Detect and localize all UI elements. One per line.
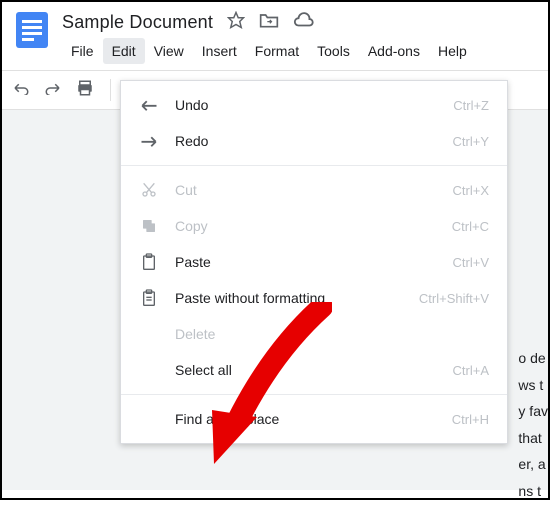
menu-item-select-all[interactable]: Select all Ctrl+A (121, 352, 507, 388)
undo-button[interactable] (12, 81, 30, 100)
cut-icon (139, 182, 159, 198)
menu-item-find-replace[interactable]: Find and replace Ctrl+H (121, 401, 507, 437)
menu-item-paste-no-format[interactable]: Paste without formatting Ctrl+Shift+V (121, 280, 507, 316)
menu-separator (121, 394, 507, 395)
menu-edit[interactable]: Edit (103, 38, 145, 64)
redo-button[interactable] (44, 81, 62, 100)
paste-no-format-icon (139, 289, 159, 307)
menu-tools[interactable]: Tools (308, 38, 359, 64)
menu-insert[interactable]: Insert (193, 38, 246, 64)
menu-view[interactable]: View (145, 38, 193, 64)
edit-dropdown: Undo Ctrl+Z Redo Ctrl+Y Cut Ctrl+X Copy … (120, 80, 508, 444)
menu-help[interactable]: Help (429, 38, 476, 64)
print-button[interactable] (76, 79, 94, 102)
menu-item-redo[interactable]: Redo Ctrl+Y (121, 123, 507, 159)
menubar: File Edit View Insert Format Tools Add-o… (62, 38, 538, 64)
redo-icon (139, 135, 159, 147)
document-text-fragment: o de ws t y fav that er, a ns t (518, 345, 548, 505)
toolbar-divider (110, 79, 111, 101)
copy-icon (139, 218, 159, 234)
menu-item-copy: Copy Ctrl+C (121, 208, 507, 244)
menu-separator (121, 165, 507, 166)
undo-icon (139, 99, 159, 111)
menu-file[interactable]: File (62, 38, 103, 64)
menu-item-delete: Delete (121, 316, 507, 352)
cloud-saved-icon[interactable] (293, 11, 315, 34)
docs-logo[interactable] (12, 10, 52, 50)
move-folder-icon[interactable] (259, 11, 279, 34)
menu-item-paste[interactable]: Paste Ctrl+V (121, 244, 507, 280)
menu-item-undo[interactable]: Undo Ctrl+Z (121, 87, 507, 123)
menu-item-cut: Cut Ctrl+X (121, 172, 507, 208)
star-icon[interactable] (227, 11, 245, 34)
paste-icon (139, 253, 159, 271)
document-title[interactable]: Sample Document (62, 12, 213, 33)
menu-addons[interactable]: Add-ons (359, 38, 429, 64)
menu-format[interactable]: Format (246, 38, 308, 64)
